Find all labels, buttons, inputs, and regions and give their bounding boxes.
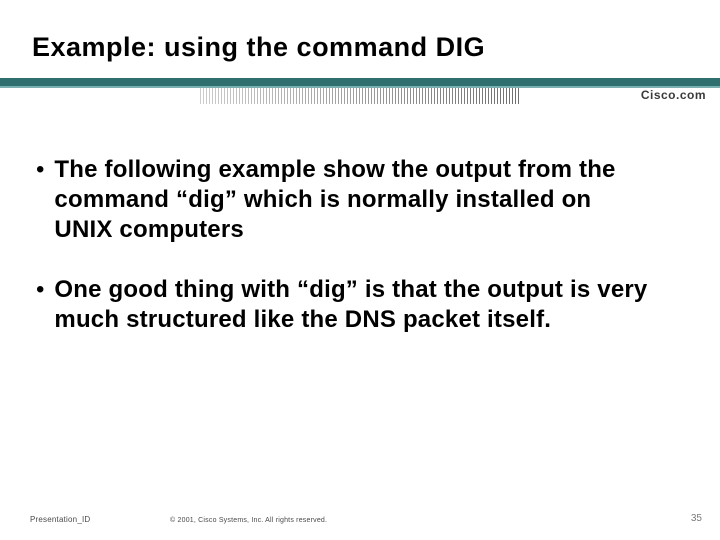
page-number: 35 <box>691 513 702 524</box>
bullet-text: The following example show the output fr… <box>54 155 656 245</box>
cisco-logo: Cisco.com <box>641 88 706 102</box>
presentation-id: Presentation_ID <box>30 515 90 524</box>
copyright: © 2001, Cisco Systems, Inc. All rights r… <box>170 517 327 524</box>
bullet-dot-icon: • <box>36 275 44 305</box>
slide-footer: Presentation_ID © 2001, Cisco Systems, I… <box>0 504 720 524</box>
slide-body: • The following example show the output … <box>36 155 656 365</box>
divider-bar-dark <box>0 78 720 86</box>
divider-band: Cisco.com <box>0 78 720 106</box>
bullet-text: One good thing with “dig” is that the ou… <box>54 275 656 335</box>
divider-ticks <box>200 88 520 104</box>
slide-title: Example: using the command DIG <box>32 32 485 63</box>
bullet-dot-icon: • <box>36 155 44 185</box>
cisco-logo-text: Cisco.com <box>641 88 706 102</box>
bullet-item: • The following example show the output … <box>36 155 656 245</box>
bullet-item: • One good thing with “dig” is that the … <box>36 275 656 335</box>
slide: Example: using the command DIG Cisco.com… <box>0 0 720 540</box>
